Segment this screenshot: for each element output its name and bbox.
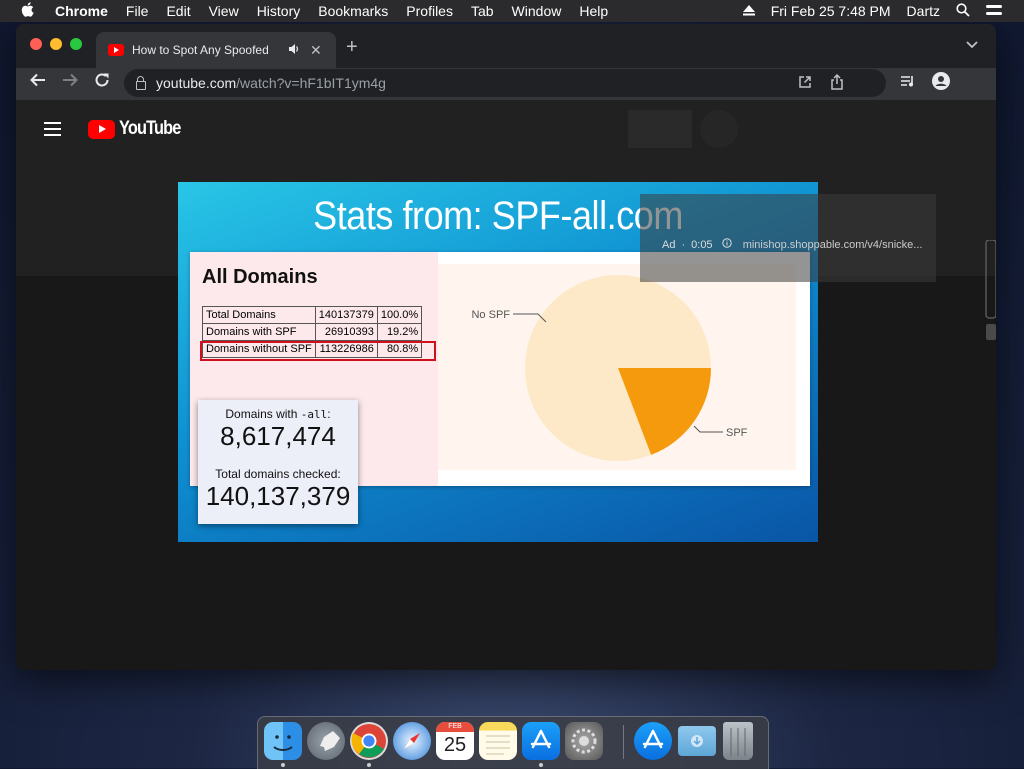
profile-avatar-icon[interactable] bbox=[932, 72, 950, 93]
callout-label-suffix: : bbox=[327, 407, 331, 421]
pie-label-spf: SPF bbox=[726, 427, 748, 439]
menu-view[interactable]: View bbox=[200, 3, 248, 19]
pie-label-no-spf: No SPF bbox=[471, 309, 510, 321]
row-pct: 100.0% bbox=[376, 306, 423, 324]
callout-label-all: Domains with -all: bbox=[198, 407, 358, 421]
table-row: Domains with SPF 26910393 19.2% bbox=[202, 323, 423, 341]
eject-icon[interactable] bbox=[735, 3, 763, 19]
calendar-icon[interactable]: FEB 25 bbox=[436, 722, 474, 760]
callout-label-prefix: Domains with bbox=[225, 407, 301, 421]
youtube-header: YouTube bbox=[16, 100, 996, 156]
pie-chart: No SPF SPF bbox=[438, 264, 796, 470]
menu-tab[interactable]: Tab bbox=[462, 3, 503, 19]
youtube-favicon-icon bbox=[108, 44, 124, 56]
chrome-window: How to Spot Any Spoofed ✕ + youtube.com /… bbox=[16, 24, 996, 670]
youtube-logo[interactable]: YouTube bbox=[88, 118, 190, 140]
finder-running-dot bbox=[281, 763, 285, 767]
reload-button[interactable] bbox=[90, 72, 114, 93]
window-minimize-button[interactable] bbox=[50, 38, 62, 50]
youtube-logo-text: YouTube bbox=[119, 118, 181, 139]
dock: FEB 25 bbox=[257, 716, 769, 769]
ad-url[interactable]: minishop.shoppable.com/v4/snicke... bbox=[743, 239, 923, 251]
control-center-icon[interactable] bbox=[978, 3, 1010, 19]
ad-time: 0:05 bbox=[691, 239, 713, 251]
dock-separator bbox=[623, 725, 624, 759]
callout-box: Domains with -all: 8,617,474 Total domai… bbox=[198, 400, 358, 524]
spotlight-search-icon[interactable] bbox=[948, 2, 978, 20]
trash-icon[interactable] bbox=[723, 722, 753, 760]
ad-info: Ad · 0:05 minishop.shoppable.com/v4/snicke… bbox=[662, 238, 923, 251]
avatar-placeholder[interactable] bbox=[700, 110, 738, 148]
callout-value-total: 140,137,379 bbox=[205, 481, 351, 511]
ad-info-icon[interactable] bbox=[721, 238, 735, 251]
chrome-running-dot bbox=[367, 763, 371, 767]
tab-strip: How to Spot Any Spoofed ✕ + bbox=[16, 24, 996, 68]
callout-label-code: -all bbox=[300, 408, 328, 421]
row-pct: 19.2% bbox=[376, 323, 423, 341]
row-label: Total Domains bbox=[202, 306, 316, 324]
lock-icon[interactable] bbox=[136, 75, 146, 90]
window-close-button[interactable] bbox=[30, 38, 42, 50]
chrome-icon[interactable] bbox=[350, 722, 388, 760]
menu-bar: Chrome File Edit View History Bookmarks … bbox=[0, 0, 1024, 22]
calendar-month: FEB bbox=[436, 722, 474, 732]
pie-label-spf-leader-line bbox=[693, 425, 723, 433]
table-row: Total Domains 140137379 100.0% bbox=[202, 306, 423, 324]
window-maximize-button[interactable] bbox=[70, 38, 82, 50]
forward-button[interactable] bbox=[58, 72, 82, 93]
browser-tab[interactable]: How to Spot Any Spoofed ✕ bbox=[96, 32, 336, 68]
hamburger-menu-icon[interactable] bbox=[44, 122, 61, 140]
speaker-icon[interactable] bbox=[288, 43, 300, 58]
sidebar-fragment bbox=[984, 239, 996, 340]
ad-overlay[interactable]: Ad · 0:05 minishop.shoppable.com/v4/snicke… bbox=[640, 194, 936, 282]
menu-file[interactable]: File bbox=[117, 3, 158, 19]
tab-title: How to Spot Any Spoofed bbox=[132, 43, 269, 57]
tab-close-icon[interactable]: ✕ bbox=[310, 42, 322, 59]
share-icon[interactable] bbox=[830, 73, 844, 93]
menu-window[interactable]: Window bbox=[503, 3, 571, 19]
notes-icon[interactable] bbox=[479, 722, 517, 760]
url-domain: youtube.com bbox=[156, 75, 237, 91]
menu-help[interactable]: Help bbox=[570, 3, 617, 19]
new-tab-button[interactable]: + bbox=[346, 36, 358, 59]
row-count: 26910393 bbox=[314, 323, 378, 341]
pie-chart-svg: No SPF SPF bbox=[471, 274, 748, 461]
row-count: 140137379 bbox=[314, 306, 378, 324]
panel-heading: All Domains bbox=[202, 266, 318, 288]
ad-label: Ad bbox=[662, 239, 676, 251]
youtube-play-logo-icon bbox=[88, 119, 115, 139]
menubar-clock[interactable]: Fri Feb 25 7:48 PM bbox=[763, 3, 899, 19]
callout-value-all: 8,617,474 bbox=[220, 421, 336, 451]
menu-history[interactable]: History bbox=[248, 3, 310, 19]
apple-menu-icon[interactable] bbox=[20, 2, 34, 20]
menu-profiles[interactable]: Profiles bbox=[397, 3, 462, 19]
app-store-running-dot bbox=[539, 763, 543, 767]
launchpad-icon[interactable] bbox=[307, 722, 345, 760]
menu-app-name[interactable]: Chrome bbox=[46, 3, 117, 19]
row-label: Domains with SPF bbox=[202, 323, 316, 341]
callout-label-total: Total domains checked: bbox=[215, 467, 341, 481]
back-button[interactable] bbox=[26, 72, 50, 93]
downloads-folder-icon[interactable] bbox=[678, 726, 716, 756]
highlight-box bbox=[200, 341, 436, 361]
system-preferences-icon[interactable] bbox=[565, 722, 603, 760]
menu-bookmarks[interactable]: Bookmarks bbox=[309, 3, 397, 19]
browser-toolbar: youtube.com/watch?v=hF1bIT1ym4g bbox=[16, 68, 996, 100]
search-placeholder[interactable] bbox=[628, 110, 692, 148]
menubar-user[interactable]: Dartz bbox=[899, 3, 948, 19]
url-path: /watch?v=hF1bIT1ym4g bbox=[236, 75, 386, 91]
media-playlist-icon[interactable] bbox=[900, 74, 916, 91]
open-in-new-window-icon[interactable] bbox=[798, 75, 812, 92]
menu-edit[interactable]: Edit bbox=[157, 3, 199, 19]
app-store-downloads-icon[interactable] bbox=[634, 722, 672, 760]
address-bar[interactable]: youtube.com/watch?v=hF1bIT1ym4g bbox=[124, 69, 886, 97]
calendar-day: 25 bbox=[443, 734, 467, 756]
safari-icon[interactable] bbox=[393, 722, 431, 760]
finder-icon[interactable] bbox=[264, 722, 302, 760]
youtube-page: YouTube Stats from: SPF-all.com All Doma… bbox=[16, 100, 996, 670]
app-store-icon[interactable] bbox=[522, 722, 560, 760]
tab-search-chevron-icon[interactable] bbox=[966, 38, 978, 52]
